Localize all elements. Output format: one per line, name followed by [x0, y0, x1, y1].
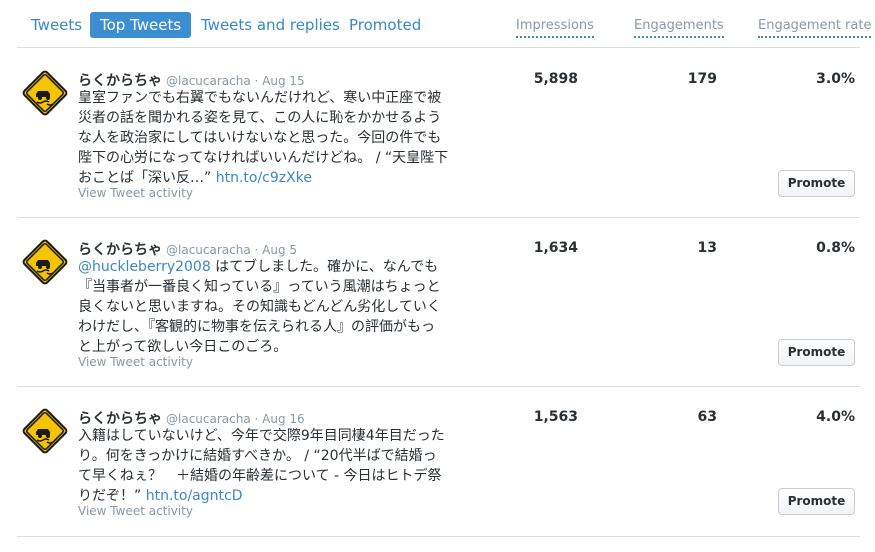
caution-road-sign-icon[interactable]	[21, 69, 69, 117]
promote-button[interactable]: Promote	[778, 339, 855, 366]
tab-tweets[interactable]: Tweets	[21, 12, 92, 38]
tweet-author[interactable]: らくからちゃ @lacucaracha · Aug 15	[78, 70, 305, 90]
promote-button[interactable]: Promote	[778, 488, 855, 515]
engagements-value: 13	[697, 240, 717, 256]
view-tweet-activity-link[interactable]: View Tweet activity	[78, 186, 193, 200]
tweet-row: らくからちゃ @lacucaracha · Aug 16 入籍はしていないけど、今…	[17, 387, 860, 537]
author-handle-date[interactable]: @lacucaracha · Aug 5	[166, 243, 297, 257]
author-name[interactable]: らくからちゃ	[78, 73, 162, 89]
tweet-link[interactable]: htn.to/agntcD	[146, 488, 243, 504]
tweet-text: @huckleberry2008 はてブしました。確かに、なんでも 『当事者が一…	[78, 259, 441, 355]
author-name[interactable]: らくからちゃ	[78, 242, 162, 258]
mention-link[interactable]: @huckleberry2008	[78, 259, 211, 275]
author-handle-date[interactable]: @lacucaracha · Aug 15	[166, 74, 305, 88]
tab-top-tweets[interactable]: Top Tweets	[90, 12, 192, 38]
impressions-column-header[interactable]: Impressions	[516, 18, 594, 38]
tweet-row: らくからちゃ @lacucaracha · Aug 5 @huckleberry2…	[17, 218, 860, 387]
author-name[interactable]: らくからちゃ	[78, 411, 162, 427]
caution-road-sign-icon[interactable]	[21, 238, 69, 286]
engagements-column-header[interactable]: Engagements	[634, 18, 724, 38]
engagements-value: 63	[697, 409, 717, 425]
impressions-value: 1,563	[533, 409, 578, 425]
tweet-text: 皇室ファンでも右翼でもないんだけれど、寒い中正座で被 災者の話を聞かれる姿を見て…	[78, 90, 449, 186]
view-tweet-activity-link[interactable]: View Tweet activity	[78, 504, 193, 518]
tweet-author[interactable]: らくからちゃ @lacucaracha · Aug 5	[78, 239, 297, 259]
engagement-rate-value: 4.0%	[816, 409, 855, 425]
tweet-author[interactable]: らくからちゃ @lacucaracha · Aug 16	[78, 408, 305, 428]
author-handle-date[interactable]: @lacucaracha · Aug 16	[166, 412, 305, 426]
view-tweet-activity-link[interactable]: View Tweet activity	[78, 355, 193, 369]
engagement-rate-column-header[interactable]: Engagement rate	[758, 18, 872, 38]
impressions-value: 1,634	[533, 240, 578, 256]
impressions-value: 5,898	[533, 71, 578, 87]
caution-road-sign-icon[interactable]	[21, 407, 69, 455]
tweet-link[interactable]: htn.to/c9zXke	[216, 170, 312, 186]
engagement-rate-value: 0.8%	[816, 240, 855, 256]
tab-tweets-and-replies[interactable]: Tweets and replies	[191, 12, 350, 38]
promote-button[interactable]: Promote	[778, 170, 855, 197]
engagements-value: 179	[687, 71, 717, 87]
tab-bar: Tweets Top Tweets Tweets and replies Pro…	[17, 0, 872, 48]
tweet-row: らくからちゃ @lacucaracha · Aug 15 皇室ファンでも右翼でもな…	[17, 49, 860, 218]
tab-promoted[interactable]: Promoted	[339, 12, 431, 38]
engagement-rate-value: 3.0%	[816, 71, 855, 87]
tweet-text: 入籍はしていないけど、今年で交際9年目同棲4年目だった り。何をきっかけに結婚す…	[78, 428, 445, 504]
